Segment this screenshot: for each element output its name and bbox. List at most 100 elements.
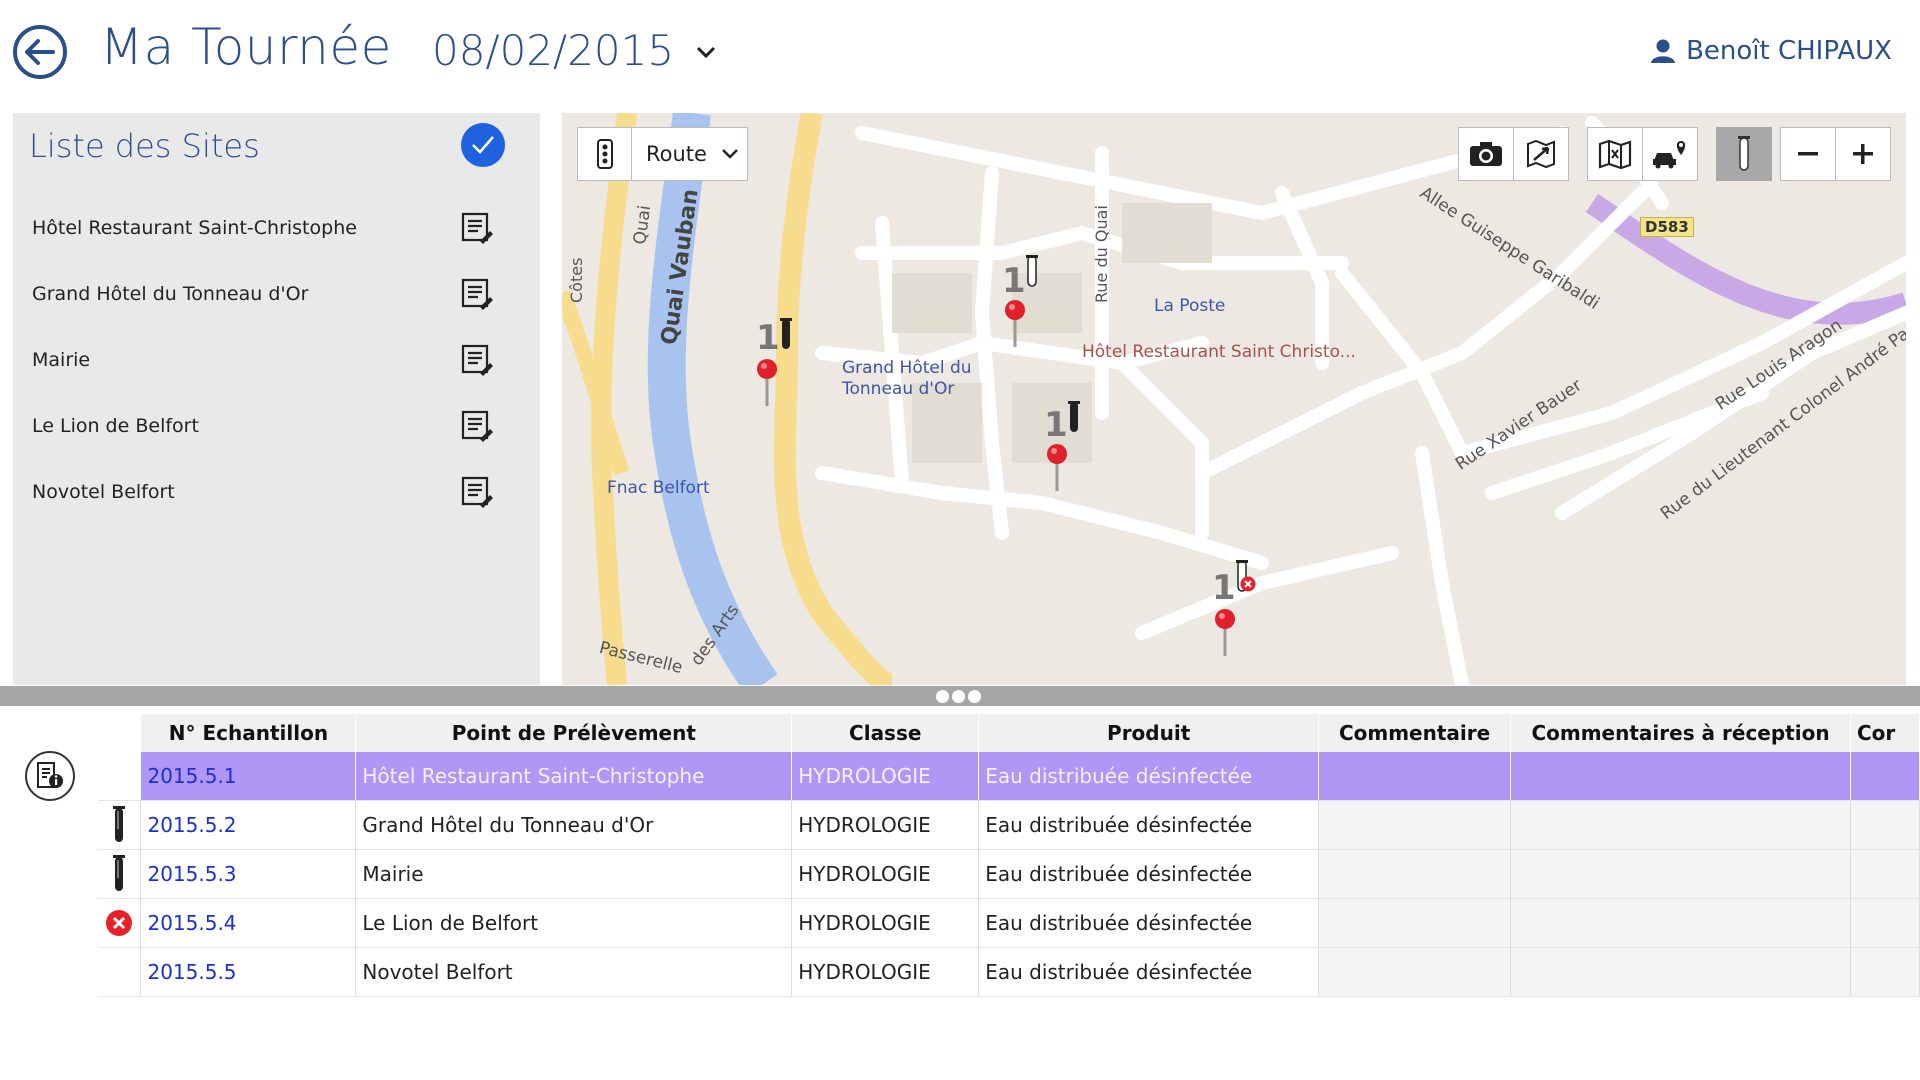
table-row[interactable]: 2015.5.3 Mairie HYDROLOGIE Eau distribué… (98, 849, 1920, 899)
sample-id-link[interactable]: 2015.5.1 (140, 752, 357, 801)
map-view[interactable]: Quai Vauban Quai Rue du Quai Côtes La Po… (562, 113, 1906, 685)
back-button[interactable] (13, 25, 67, 79)
map-label-hotel: Hôtel Restaurant Saint Christo... (1082, 342, 1356, 362)
map-marker[interactable]: 1 (1210, 560, 1270, 663)
column-header[interactable]: Point de Prélèvement (355, 714, 793, 752)
edit-list-icon[interactable] (460, 343, 494, 377)
map-marker[interactable]: 1 (1000, 255, 1060, 351)
sample-id-link[interactable]: 2015.5.5 (140, 947, 357, 997)
route-car-button[interactable] (1642, 127, 1698, 181)
table-header-row: N° Echantillon Point de Prélèvement Clas… (98, 714, 1920, 752)
table-row[interactable]: 2015.5.1 Hôtel Restaurant Saint-Christop… (98, 752, 1920, 801)
map-label-cotes: Côtes (567, 257, 586, 303)
zoom-out-button[interactable] (1780, 127, 1836, 181)
sample-comment[interactable] (1318, 800, 1512, 850)
edit-list-icon[interactable] (460, 409, 494, 443)
map-label-rue-du-quai: Rue du Quai (1092, 205, 1111, 303)
site-item[interactable]: Grand Hôtel du Tonneau d'Or (13, 270, 540, 318)
table-row[interactable]: 2015.5.5 Novotel Belfort HYDROLOGIE Eau … (98, 947, 1920, 997)
error-badge-icon (1240, 576, 1256, 592)
sample-id-link[interactable]: 2015.5.4 (140, 898, 357, 948)
marker-count: 1 (1212, 568, 1236, 608)
row-status-cell (98, 752, 142, 801)
column-header[interactable]: Commentaire (1318, 714, 1512, 752)
sample-point: Hôtel Restaurant Saint-Christophe (355, 752, 793, 801)
column-header[interactable]: Cor (1850, 714, 1920, 752)
sample-class: HYDROLOGIE (791, 898, 980, 948)
site-item[interactable]: Mairie (13, 336, 540, 384)
chevron-down-icon[interactable] (694, 42, 718, 62)
sample-comment[interactable] (1318, 898, 1512, 948)
sample-product: Eau distribuée désinfectée (978, 849, 1320, 899)
sample-comment[interactable] (1318, 752, 1512, 801)
zoom-in-button[interactable] (1835, 127, 1891, 181)
site-item-label: Hôtel Restaurant Saint-Christophe (32, 217, 357, 239)
pin-icon (757, 359, 777, 406)
map-layers-button[interactable] (1587, 127, 1643, 181)
marker-count: 1 (756, 318, 780, 358)
column-header[interactable]: Commentaires à réception (1510, 714, 1851, 752)
edit-list-icon[interactable] (460, 277, 494, 311)
sample-class: HYDROLOGIE (791, 752, 980, 801)
plus-icon (1853, 144, 1873, 164)
panel-splitter[interactable] (0, 686, 1920, 706)
sample-comment[interactable] (1318, 947, 1512, 997)
status-column-header (98, 714, 142, 752)
sample-extra-cell (1850, 849, 1920, 899)
minus-icon (1798, 152, 1818, 156)
camera-button[interactable] (1458, 127, 1514, 181)
site-list-title: Liste des Sites (29, 127, 260, 165)
sample-reception-comment[interactable] (1510, 947, 1851, 997)
map-marker[interactable]: 1 (742, 318, 802, 408)
column-header[interactable]: Produit (978, 714, 1320, 752)
date-selector[interactable]: 08/02/2015 (432, 26, 674, 75)
map-style-value: Route (646, 142, 707, 166)
sample-reception-comment[interactable] (1510, 800, 1851, 850)
map-locate-icon (1527, 139, 1555, 169)
sample-extra-cell (1850, 947, 1920, 997)
edit-list-icon[interactable] (460, 475, 494, 509)
sample-reception-comment[interactable] (1510, 898, 1851, 948)
drag-handle-icon (936, 690, 981, 703)
document-info-icon (37, 762, 63, 788)
table-row[interactable]: 2015.5.4 Le Lion de Belfort HYDROLOGIE E… (98, 898, 1920, 948)
site-item[interactable]: Le Lion de Belfort (13, 402, 540, 450)
map-label-grand-hotel-2: Tonneau d'Or (842, 379, 955, 399)
sample-comment[interactable] (1318, 849, 1512, 899)
page-title: Ma Tournée (100, 18, 392, 76)
edit-list-icon[interactable] (460, 211, 494, 245)
sample-reception-comment[interactable] (1510, 849, 1851, 899)
site-item-label: Grand Hôtel du Tonneau d'Or (32, 283, 309, 305)
row-status-cell (98, 800, 142, 850)
user-icon (1651, 39, 1676, 63)
sample-product: Eau distribuée désinfectée (978, 947, 1320, 997)
site-item[interactable]: Hôtel Restaurant Saint-Christophe (13, 204, 540, 252)
map-style-select[interactable]: Route (631, 127, 748, 181)
traffic-light-icon (596, 139, 613, 169)
sample-id-link[interactable]: 2015.5.2 (140, 800, 357, 850)
sample-id-link[interactable]: 2015.5.3 (140, 849, 357, 899)
sample-filter-toggle[interactable] (1716, 127, 1772, 181)
column-header[interactable]: Classe (791, 714, 980, 752)
map-marker[interactable]: 1 (1042, 401, 1102, 495)
sample-extra-cell (1850, 800, 1920, 850)
test-tube-icon (780, 318, 792, 349)
locate-button[interactable] (1513, 127, 1569, 181)
test-tube-outline-icon (1026, 255, 1038, 287)
row-status-cell (98, 849, 142, 899)
check-icon (472, 136, 494, 154)
column-header[interactable]: N° Echantillon (140, 714, 357, 752)
user-account[interactable]: Benoît CHIPAUX (1650, 36, 1892, 66)
sample-reception-comment[interactable] (1510, 752, 1851, 801)
sample-class: HYDROLOGIE (791, 849, 980, 899)
sample-point: Le Lion de Belfort (355, 898, 793, 948)
traffic-light-button[interactable] (577, 127, 632, 181)
site-item[interactable]: Novotel Belfort (13, 468, 540, 516)
sample-details-button[interactable] (25, 751, 75, 801)
pin-icon (1215, 609, 1235, 656)
arrow-left-icon (25, 39, 55, 65)
validate-button[interactable] (461, 123, 505, 167)
table-row[interactable]: 2015.5.2 Grand Hôtel du Tonneau d'Or HYD… (98, 800, 1920, 850)
sample-extra-cell (1850, 752, 1920, 801)
camera-icon (1470, 142, 1502, 166)
